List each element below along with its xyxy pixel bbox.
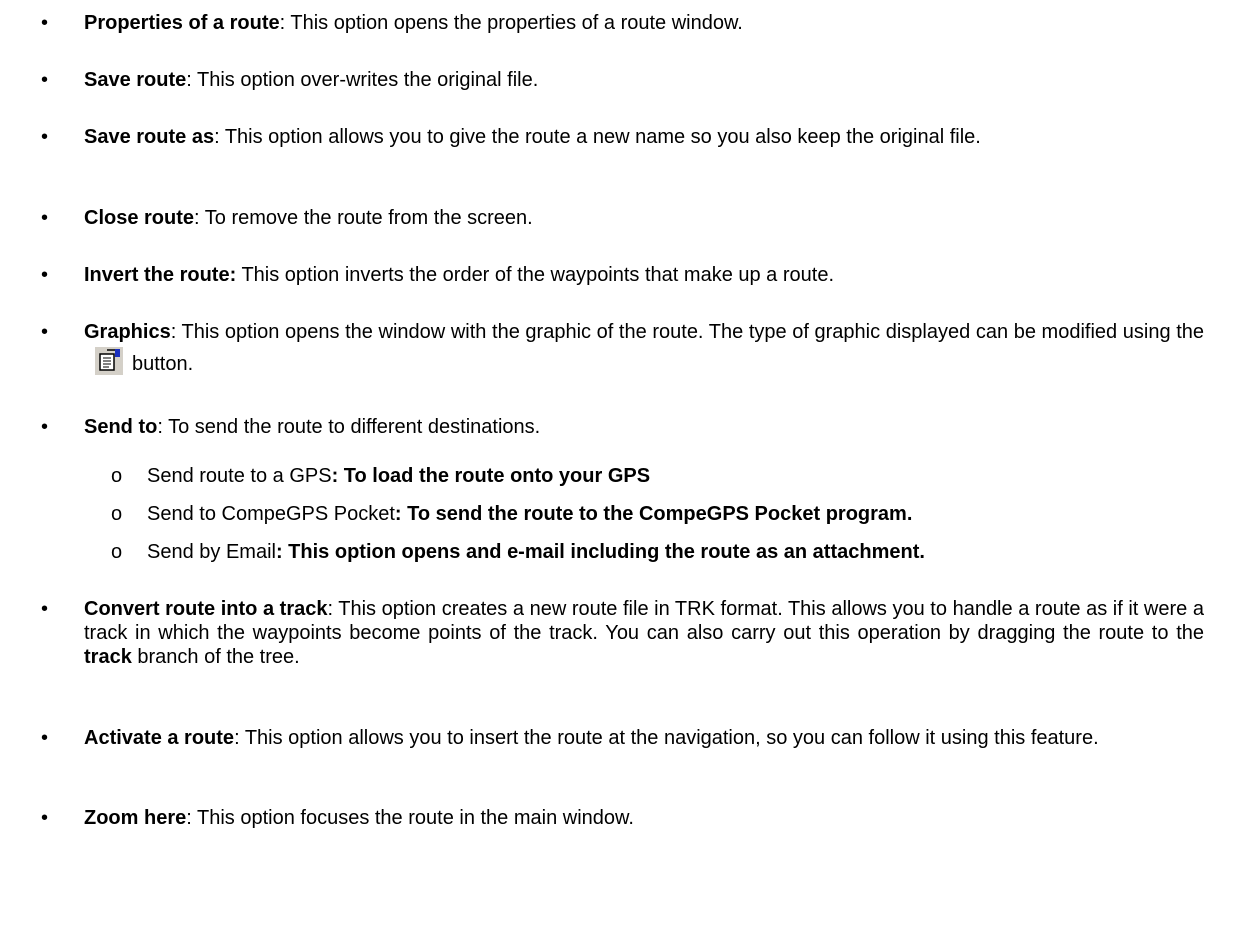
item-desc: This option opens the properties of a ro…	[285, 12, 743, 34]
item-text: Save route as: This option allows you to…	[84, 126, 981, 148]
item-term: Graphics	[84, 321, 171, 343]
sub-item-text: Send route to a GPS: To load the route o…	[147, 465, 651, 487]
item-term: Zoom here	[84, 807, 187, 829]
bullet: •	[41, 727, 49, 749]
item-desc: To remove the route from the screen.	[199, 207, 533, 229]
item-desc: This option opens the window with the gr…	[176, 321, 1204, 343]
item-text: Save route: This option over-writes the …	[84, 69, 539, 91]
item-desc: To send the route to different destinati…	[162, 416, 541, 438]
item-desc: This option inverts the order of the way…	[236, 264, 834, 286]
item-term: Invert the route:	[84, 264, 237, 286]
item-desc: This option allows you to insert the rou…	[239, 727, 1099, 749]
item-text: Activate a route: This option allows you…	[84, 727, 1099, 749]
item-term: Activate a route	[84, 727, 235, 749]
item-text: Properties of a route: This option opens…	[84, 12, 743, 34]
bullet: •	[41, 12, 49, 34]
properties-icon	[94, 345, 124, 376]
item-text: Convert route into a track: This option …	[84, 598, 1204, 668]
bullet: •	[41, 264, 49, 286]
item-text: Close route: To remove the route from th…	[84, 207, 533, 229]
item-term: Save route	[84, 69, 187, 91]
item-term: Close route	[84, 207, 195, 229]
item-desc: This option over-writes the original fil…	[191, 69, 539, 91]
sub-bullet: o	[111, 503, 123, 525]
item-term: Properties of a route	[84, 12, 280, 34]
sub-item-text: Send by Email: This option opens and e-m…	[147, 541, 925, 563]
sub-bullet: o	[111, 541, 123, 563]
item-text: Zoom here: This option focuses the route…	[84, 807, 634, 829]
sub-item-text: Send to CompeGPS Pocket: To send the rou…	[147, 503, 913, 525]
bullet: •	[41, 598, 49, 620]
sub-bullet: o	[111, 465, 123, 487]
bullet: •	[41, 321, 49, 343]
item-term: Save route as	[84, 126, 215, 148]
item-desc: This option focuses the route in the mai…	[191, 807, 634, 829]
bullet: •	[41, 807, 49, 829]
bullet: •	[41, 416, 49, 438]
item-term: Send to	[84, 416, 158, 438]
bullet: •	[41, 207, 49, 229]
bullet: •	[41, 126, 49, 148]
item-text: Send to: To send the route to different …	[84, 416, 541, 438]
item-desc: This option allows you to give the route…	[219, 126, 981, 148]
item-text: Invert the route: This option inverts th…	[84, 263, 1204, 287]
item-term: Convert route into a track	[84, 598, 328, 620]
bullet: •	[41, 69, 49, 91]
item-text: Graphics: This option opens the window w…	[84, 321, 1204, 376]
